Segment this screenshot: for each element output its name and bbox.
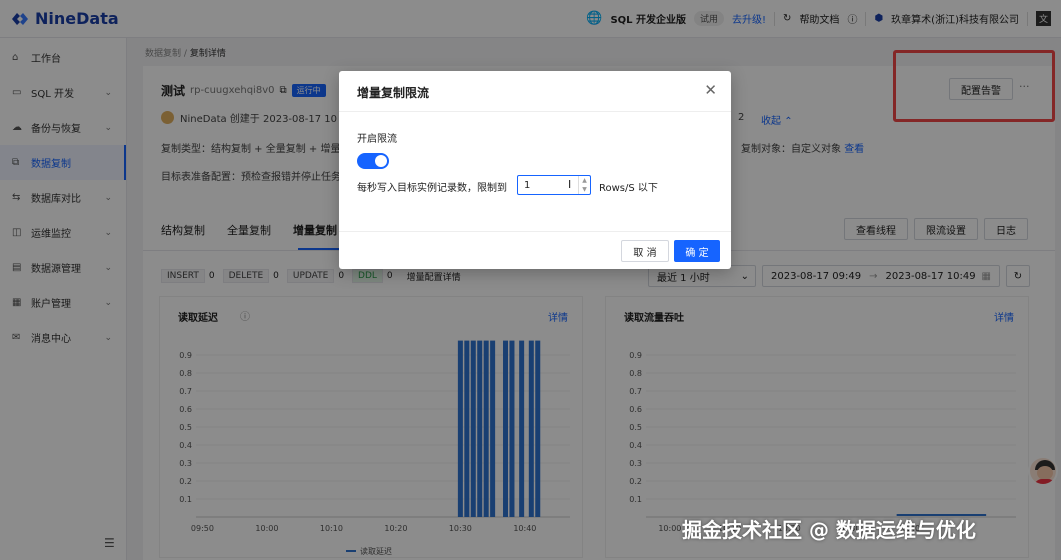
close-icon[interactable]: ✕ [704, 81, 717, 99]
throttle-modal: 增量复制限流 ✕ 开启限流 每秒写入目标实例记录数，限制到 1 I ▲ ▼ Row… [339, 71, 731, 269]
cancel-button[interactable]: 取 消 [621, 240, 669, 262]
modal-title: 增量复制限流 [357, 86, 430, 100]
limit-rows-value: 1 [524, 179, 531, 191]
number-stepper[interactable]: ▲ ▼ [578, 176, 590, 194]
text-cursor-icon: I [568, 178, 572, 191]
limit-suffix-label: Rows/S 以下 [599, 183, 658, 194]
watermark-text: 掘金技术社区 @ 数据运维与优化 [682, 518, 976, 542]
limit-prefix-label: 每秒写入目标实例记录数，限制到 [357, 183, 507, 194]
enable-throttle-toggle[interactable] [357, 153, 389, 169]
confirm-button[interactable]: 确 定 [674, 240, 720, 262]
limit-rows-input[interactable]: 1 I ▲ ▼ [517, 175, 591, 195]
enable-throttle-label: 开启限流 [357, 134, 397, 145]
divider [339, 231, 731, 232]
divider [339, 111, 731, 112]
